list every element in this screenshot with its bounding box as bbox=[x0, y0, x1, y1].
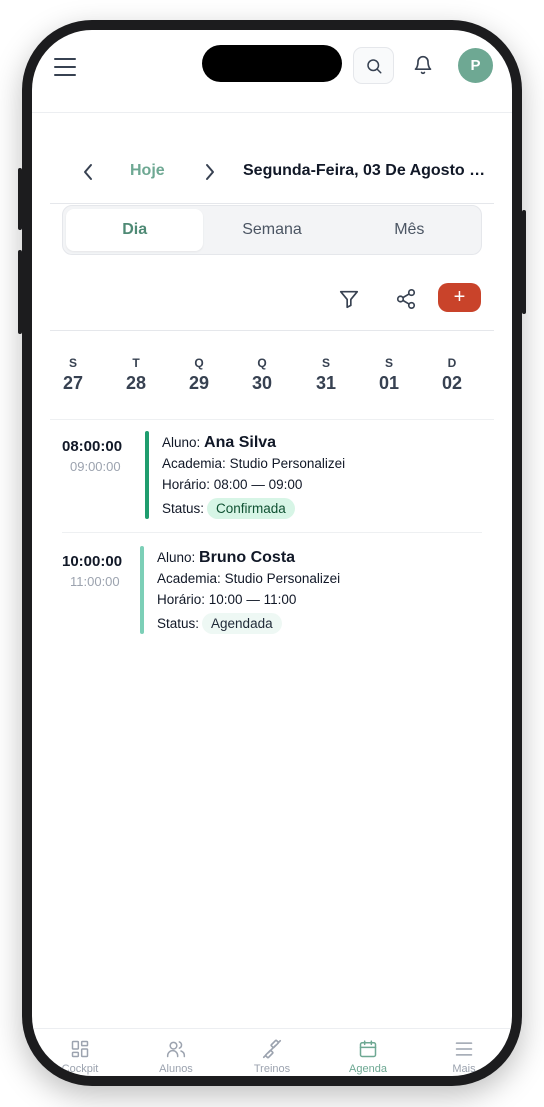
users-icon bbox=[165, 1038, 187, 1060]
event-start-time: 08:00:00 bbox=[62, 438, 123, 455]
nav-label: Treinos bbox=[253, 1063, 291, 1075]
nav-alunos[interactable]: Alunos bbox=[128, 1029, 224, 1076]
share-icon bbox=[396, 289, 416, 309]
event-status-bar bbox=[140, 546, 144, 634]
status-badge: Confirmada bbox=[207, 498, 295, 519]
grid-icon bbox=[69, 1038, 91, 1060]
student-name: Ana Silva bbox=[204, 434, 277, 451]
gym-label: Academia: bbox=[157, 571, 221, 586]
student-label: Aluno: bbox=[157, 550, 196, 565]
event-status-bar bbox=[145, 431, 149, 519]
nav-label: Alunos bbox=[159, 1063, 193, 1075]
previous-day-button[interactable] bbox=[78, 160, 98, 184]
current-date-label: Segunda-Feira, 03 De Agosto De 2025 bbox=[243, 162, 487, 179]
gym-name: Studio Personalizei bbox=[229, 456, 346, 471]
event-end-time: 11:00:00 bbox=[70, 574, 120, 589]
week-day-letter: S bbox=[384, 356, 393, 370]
filter-button[interactable] bbox=[336, 286, 362, 312]
week-day-letter: Q bbox=[257, 356, 267, 370]
week-day-letter: Q bbox=[194, 356, 204, 370]
menu-icon bbox=[453, 1038, 475, 1060]
week-day[interactable]: S 27 bbox=[48, 356, 98, 394]
nav-label: Cockpit bbox=[61, 1063, 99, 1075]
nav-label: Mais bbox=[452, 1063, 476, 1075]
nav-agenda[interactable]: Agenda bbox=[320, 1029, 416, 1076]
today-button[interactable]: Hoje bbox=[130, 162, 165, 180]
event-details: Aluno: Ana Silva Academia: Studio Person… bbox=[162, 432, 345, 519]
appointment-card[interactable]: 08:00:00 09:00:00 Aluno: Ana Silva Acade… bbox=[62, 430, 482, 533]
hamburger-menu-icon[interactable] bbox=[54, 56, 78, 78]
week-day-letter: S bbox=[321, 356, 330, 370]
week-day-number: 29 bbox=[188, 373, 210, 393]
week-day[interactable]: S 01 bbox=[364, 356, 414, 394]
tab-day[interactable]: Dia bbox=[66, 209, 204, 251]
calendar-icon bbox=[357, 1038, 379, 1060]
view-switcher: Dia Semana Mês bbox=[62, 205, 482, 255]
time-label: Horário: bbox=[162, 477, 211, 492]
time-range: 08:00 — 09:00 bbox=[213, 477, 303, 492]
student-label: Aluno: bbox=[162, 435, 201, 450]
week-day[interactable]: Q 29 bbox=[174, 356, 224, 394]
student-name: Bruno Costa bbox=[199, 549, 296, 566]
phone-frame: P Hoje Segunda-Feira, 03 De Agosto De 20… bbox=[18, 20, 526, 1086]
week-day-letter: S bbox=[68, 356, 77, 370]
notifications-button[interactable] bbox=[410, 52, 436, 78]
gym-name: Studio Personalizei bbox=[224, 571, 341, 586]
phone-side-button bbox=[18, 250, 22, 334]
phone-side-button bbox=[18, 168, 22, 230]
status-badge: Agendada bbox=[202, 613, 282, 634]
week-day[interactable]: Q 30 bbox=[237, 356, 287, 394]
status-label: Status: bbox=[157, 616, 200, 631]
week-day-number: 02 bbox=[441, 373, 463, 393]
week-day[interactable]: T 28 bbox=[111, 356, 161, 394]
week-day-number: 28 bbox=[125, 373, 147, 393]
week-day[interactable]: S 31 bbox=[301, 356, 351, 394]
time-range: 10:00 — 11:00 bbox=[208, 592, 297, 607]
week-day-number: 27 bbox=[62, 373, 84, 393]
dumbbell-icon bbox=[261, 1038, 283, 1060]
share-button[interactable] bbox=[393, 286, 419, 312]
chevron-right-icon bbox=[206, 164, 214, 180]
search-button[interactable] bbox=[353, 47, 394, 84]
chevron-left-icon bbox=[84, 164, 92, 180]
divider bbox=[50, 330, 494, 331]
gym-label: Academia: bbox=[162, 456, 226, 471]
dynamic-island bbox=[202, 45, 342, 82]
filter-icon bbox=[339, 290, 359, 309]
week-day-letter: D bbox=[447, 356, 457, 370]
avatar[interactable]: P bbox=[458, 48, 493, 83]
tab-week[interactable]: Semana bbox=[203, 209, 340, 251]
add-appointment-button[interactable]: + bbox=[438, 283, 481, 312]
tab-month[interactable]: Mês bbox=[341, 209, 478, 251]
event-details: Aluno: Bruno Costa Academia: Studio Pers… bbox=[157, 547, 340, 634]
nav-cockpit[interactable]: Cockpit bbox=[32, 1029, 128, 1076]
next-day-button[interactable] bbox=[200, 160, 220, 184]
event-divider bbox=[62, 532, 482, 533]
appointment-card[interactable]: 10:00:00 11:00:00 Aluno: Bruno Costa Aca… bbox=[62, 545, 482, 645]
week-day-number: 30 bbox=[251, 373, 273, 393]
event-start-time: 10:00:00 bbox=[62, 553, 123, 570]
nav-mais[interactable]: Mais bbox=[416, 1029, 512, 1076]
week-day-number: 01 bbox=[378, 373, 400, 393]
date-navigation: Hoje Segunda-Feira, 03 De Agosto De 2025 bbox=[50, 140, 494, 204]
bell-icon bbox=[414, 55, 432, 75]
week-day-letter: T bbox=[132, 356, 140, 370]
week-strip: S 27 T 28 Q 29 Q 30 S 31 S 01 D 02 bbox=[50, 350, 494, 420]
week-day-number: 31 bbox=[315, 373, 337, 393]
event-end-time: 09:00:00 bbox=[70, 459, 121, 474]
week-day[interactable]: D 02 bbox=[427, 356, 477, 394]
status-label: Status: bbox=[162, 501, 205, 516]
search-icon bbox=[366, 58, 381, 73]
nav-label: Agenda bbox=[349, 1063, 387, 1075]
app-screen: P Hoje Segunda-Feira, 03 De Agosto De 20… bbox=[32, 30, 512, 1076]
nav-treinos[interactable]: Treinos bbox=[224, 1029, 320, 1076]
top-bar: P bbox=[32, 30, 512, 113]
phone-side-button bbox=[522, 210, 526, 314]
bottom-navigation: Cockpit Alunos Treinos Agenda Mais bbox=[32, 1028, 512, 1076]
time-label: Horário: bbox=[157, 592, 206, 607]
